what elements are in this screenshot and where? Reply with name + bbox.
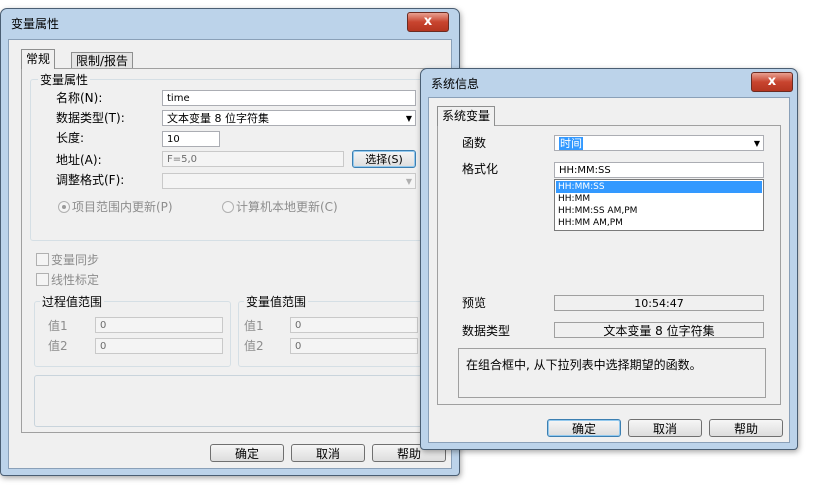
var-value2-input[interactable]: 0 bbox=[290, 338, 418, 354]
preview-label: 预览 bbox=[462, 296, 487, 310]
datatype-value: 文本变量 8 位字符集 bbox=[554, 322, 764, 338]
cancel-button[interactable]: 取消 bbox=[291, 444, 365, 462]
info-area bbox=[34, 375, 438, 427]
proc-value1-input[interactable]: 0 bbox=[95, 317, 223, 333]
close-button[interactable]: x bbox=[751, 72, 793, 92]
format-list[interactable]: HH:MM:SS HH:MM HH:MM:SS AM,PM HH:MM AM,P… bbox=[554, 179, 764, 231]
function-value: 时间 bbox=[559, 137, 583, 150]
proc-value2-label: 值2 bbox=[48, 339, 68, 353]
var-value2-label: 值2 bbox=[244, 339, 264, 353]
proc-value1-label: 值1 bbox=[48, 319, 68, 333]
list-item[interactable]: HH:MM AM,PM bbox=[556, 217, 762, 229]
chevron-down-icon: ▼ bbox=[753, 139, 760, 148]
close-button[interactable]: x bbox=[407, 12, 449, 32]
datatype-combo[interactable]: 文本变量 8 位字符集 ▼ bbox=[162, 110, 416, 126]
list-item[interactable]: HH:MM:SS AM,PM bbox=[556, 205, 762, 217]
name-label: 名称(N): bbox=[56, 91, 103, 105]
process-range-label: 过程值范围 bbox=[40, 293, 105, 310]
variable-properties-group-label: 变量属性 bbox=[38, 71, 91, 88]
radio-project-update[interactable] bbox=[58, 201, 70, 213]
linear-scaling-checkbox[interactable] bbox=[36, 273, 49, 286]
process-range-group bbox=[34, 301, 231, 367]
chevron-down-icon: ▼ bbox=[405, 114, 412, 123]
dialog-client: 系统变量 函数 时间 ▼ 格式化 HH:MM:SS HH:MM:SS HH:MM… bbox=[428, 97, 790, 443]
var-value1-label: 值1 bbox=[244, 319, 264, 333]
tab-general[interactable]: 常规 bbox=[21, 49, 56, 69]
address-label: 地址(A): bbox=[56, 153, 102, 167]
format-input[interactable]: HH:MM:SS bbox=[554, 162, 764, 178]
variable-sync-checkbox[interactable] bbox=[36, 253, 49, 266]
address-input[interactable]: F=5,0 bbox=[162, 151, 344, 167]
variable-sync-label: 变量同步 bbox=[51, 253, 100, 267]
close-icon: x bbox=[423, 14, 433, 29]
general-panel: 变量属性 名称(N): time 数据类型(T): 文本变量 8 位字符集 ▼ … bbox=[21, 68, 445, 433]
system-variables-panel: 函数 时间 ▼ 格式化 HH:MM:SS HH:MM:SS HH:MM HH:M… bbox=[437, 125, 781, 405]
format-label: 格式化 bbox=[462, 162, 499, 176]
proc-value2-input[interactable]: 0 bbox=[95, 338, 223, 354]
datatype-label: 数据类型 bbox=[462, 324, 511, 338]
datatype-value: 文本变量 8 位字符集 bbox=[167, 112, 269, 125]
variable-range-group bbox=[238, 301, 438, 367]
length-input[interactable]: 10 bbox=[162, 131, 220, 147]
adjust-format-combo[interactable]: ▼ bbox=[162, 173, 416, 189]
tab-limits-report[interactable]: 限制/报告 bbox=[71, 52, 134, 69]
close-icon: x bbox=[767, 74, 777, 89]
chevron-down-icon: ▼ bbox=[405, 177, 412, 186]
name-input[interactable]: time bbox=[162, 90, 416, 106]
help-button[interactable]: 帮助 bbox=[709, 419, 783, 437]
function-label: 函数 bbox=[462, 136, 487, 150]
window-title: 系统信息 bbox=[431, 77, 480, 91]
radio-project-label: 项目范围内更新(P) bbox=[72, 200, 173, 214]
window-title: 变量属性 bbox=[11, 17, 60, 31]
datatype-label: 数据类型(T): bbox=[56, 111, 125, 125]
var-value1-input[interactable]: 0 bbox=[290, 317, 418, 333]
hint-text: 在组合框中, 从下拉列表中选择期望的函数。 bbox=[466, 358, 702, 372]
variable-range-label: 变量值范围 bbox=[244, 293, 309, 310]
ok-button[interactable]: 确定 bbox=[547, 419, 621, 437]
linear-scaling-label: 线性标定 bbox=[51, 273, 100, 287]
length-label: 长度: bbox=[56, 131, 85, 145]
ok-button[interactable]: 确定 bbox=[210, 444, 284, 462]
variable-properties-window: 变量属性 x 常规 限制/报告 变量属性 名称(N): time 数据类型(T)… bbox=[0, 8, 460, 476]
dialog-client: 常规 限制/报告 变量属性 名称(N): time 数据类型(T): 文本变量 … bbox=[8, 39, 452, 469]
select-button[interactable]: 选择(S) bbox=[352, 150, 416, 168]
list-item[interactable]: HH:MM:SS bbox=[556, 181, 762, 193]
list-item[interactable]: HH:MM bbox=[556, 193, 762, 205]
adjust-format-label: 调整格式(F): bbox=[56, 173, 125, 187]
radio-local-update[interactable] bbox=[222, 201, 234, 213]
tab-system-variables[interactable]: 系统变量 bbox=[437, 106, 496, 126]
function-combo[interactable]: 时间 ▼ bbox=[554, 135, 764, 151]
system-info-window: 系统信息 x 系统变量 函数 时间 ▼ 格式化 HH:MM:SS HH:MM:S… bbox=[420, 68, 798, 450]
cancel-button[interactable]: 取消 bbox=[628, 419, 702, 437]
preview-value: 10:54:47 bbox=[554, 295, 764, 311]
radio-local-label: 计算机本地更新(C) bbox=[236, 200, 338, 214]
